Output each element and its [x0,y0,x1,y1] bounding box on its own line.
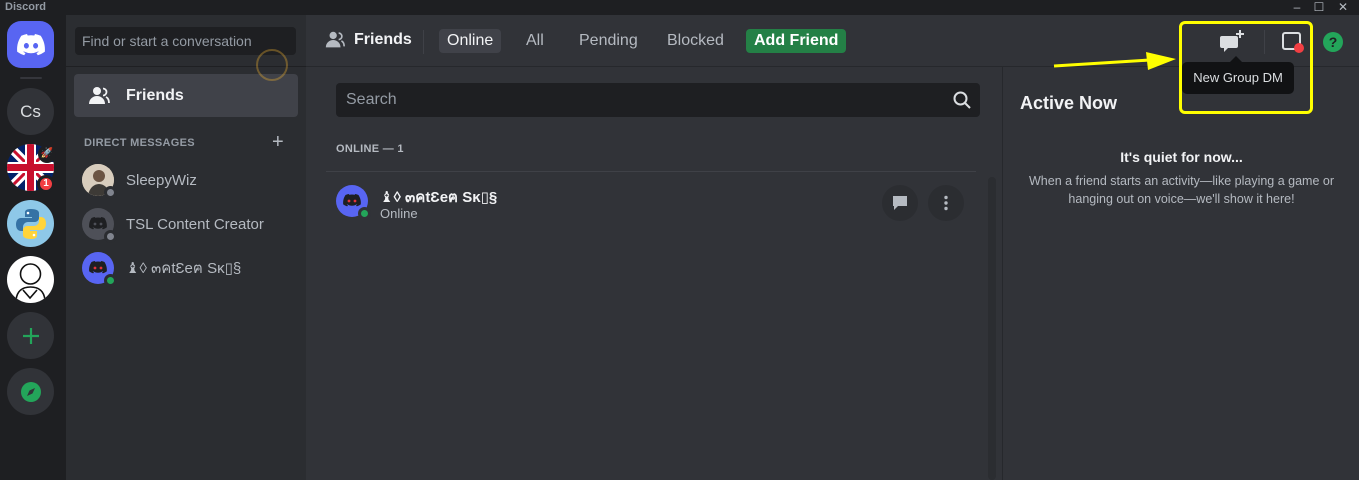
friends-icon [325,31,345,48]
tab-online[interactable]: Online [439,29,502,53]
svg-text:?: ? [1329,34,1338,50]
dm-item-name: SleepyWiz [126,171,197,189]
friend-status: Online [380,206,418,221]
tab-all[interactable]: All [518,29,552,53]
minimize-button[interactable]: – [1286,0,1308,15]
rail-separator [20,77,42,79]
list-scrollbar[interactable] [988,177,996,480]
plus-icon [22,327,39,344]
tab-pending[interactable]: Pending [571,29,646,53]
avatar [82,252,117,287]
more-vertical-icon [944,195,948,211]
server-cs-label: Cs [20,101,41,121]
active-now-empty-description: When a friend starts an activity—like pl… [1029,174,1334,206]
notification-badge: 1 [37,175,55,193]
sketch-avatar-icon [15,263,46,301]
active-now-title: Active Now [1020,93,1118,113]
close-button[interactable]: ✕ [1332,0,1354,15]
active-now-empty-title: It's quiet for now... [1120,149,1243,165]
home-button[interactable] [7,21,54,68]
online-count-header: ONLINE — 1 [336,143,404,155]
active-now-panel: Active Now It's quiet for now... When a … [1002,67,1359,480]
dm-item-name: TSL Content Creator [126,215,264,233]
topbar-divider [423,30,424,54]
server-python[interactable] [7,200,54,247]
direct-messages-header: DIRECT MESSAGES [84,137,195,149]
add-friend-button[interactable]: Add Friend [746,29,847,53]
server-sketch[interactable] [7,256,54,303]
explore-servers-button[interactable] [7,368,54,415]
help-icon[interactable]: ? [1320,29,1346,55]
dm-item-name: ♝◊ ๓คtƐeฅ Sĸ▯§ [126,260,242,277]
sidebar-item-friends[interactable]: Friends [74,74,298,117]
python-logo-icon [15,208,46,239]
friends-icon [89,86,110,104]
server-rail: Cs 🚀 1 [0,15,66,480]
main-panel: Friends Online All Pending Blocked Add F… [256,15,1359,480]
compass-icon [20,381,41,402]
chat-bubble-icon [893,196,907,210]
title-bar: Discord – ☐ ✕ [0,0,1359,15]
dm-item[interactable]: TSL Content Creator [74,203,298,245]
tab-blocked[interactable]: Blocked [659,29,732,53]
avatar [82,164,117,199]
friends-list-area: Search ONLINE — 1 ♝◊ ๓คtƐeฅ Sĸ▯§ Online [306,67,1002,480]
rocket-icon: 🚀 [38,145,56,163]
search-icon [953,91,971,109]
loading-spinner-icon [256,49,288,81]
topbar-title: Friends [324,29,412,51]
page-title: Friends [354,31,412,48]
search-placeholder: Search [346,91,397,108]
app-name: Discord [5,1,46,13]
online-status-icon [104,274,117,287]
discord-logo-icon [16,33,45,55]
server-cs[interactable]: Cs [7,88,54,135]
add-server-button[interactable] [7,312,54,359]
friends-search-input[interactable]: Search [336,83,980,117]
maximize-button[interactable]: ☐ [1308,0,1330,15]
online-status-icon [358,207,371,220]
more-options-button[interactable] [928,185,964,221]
dm-item[interactable]: SleepyWiz [74,159,298,201]
message-button[interactable] [882,185,918,221]
sidebar-item-friends-label: Friends [126,86,184,104]
offline-status-icon [104,230,117,243]
offline-status-icon [104,186,117,199]
top-bar: Friends Online All Pending Blocked Add F… [256,15,1359,114]
create-dm-button[interactable]: + [272,131,284,154]
dm-sidebar: Find or start a conversation Friends DIR… [66,15,306,480]
avatar [82,208,117,243]
avatar [336,185,371,220]
dm-item[interactable]: ♝◊ ๓คtƐeฅ Sĸ▯§ [74,247,298,289]
friend-row[interactable]: ♝◊ ๓คtƐeฅ Sĸ▯§ Online [326,171,976,233]
